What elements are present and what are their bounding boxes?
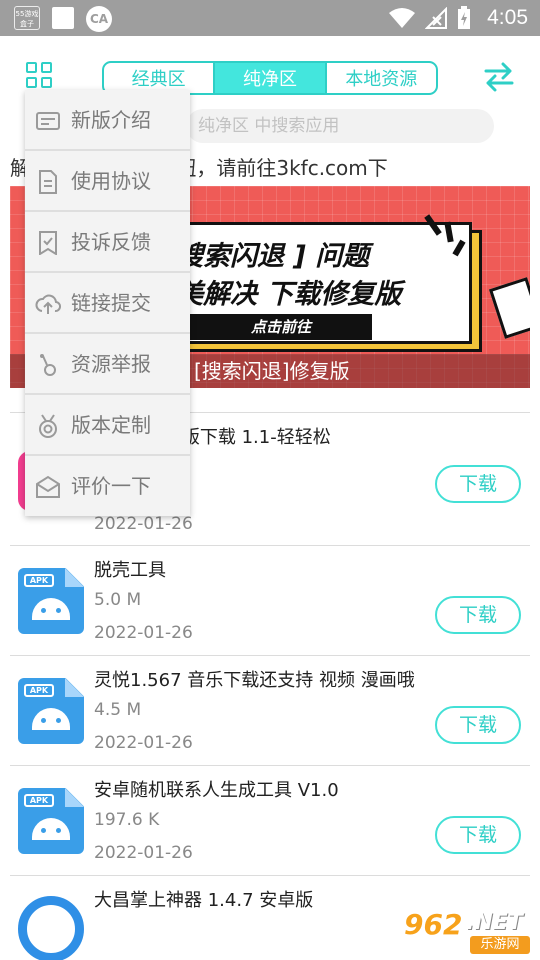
item-size: 5.0 M (94, 590, 142, 610)
menu-item-label: 评价一下 (71, 474, 151, 498)
tab-pure[interactable]: 纯净区 (215, 63, 327, 93)
item-date: 2022-01-26 (94, 843, 193, 863)
item-title: 灵悦1.567 音乐下载还支持 视频 漫画哦 (94, 670, 415, 691)
status-time: 4:05 (487, 6, 528, 29)
status-bar: 55游戏 盒子 CA 4:05 (0, 0, 540, 36)
search-input[interactable]: 纯净区 中搜索应用 (186, 109, 494, 143)
document-icon (39, 170, 57, 194)
watermark-logo-number: 962 (404, 908, 463, 941)
apk-file-icon: APK (18, 678, 84, 744)
notification-square-icon (52, 7, 74, 29)
swap-arrows-icon[interactable] (482, 62, 516, 92)
list-item[interactable]: APK 安卓随机联系人生成工具 V1.0 197.6 K 2022-01-26 … (10, 765, 530, 875)
ca-app-icon: CA (86, 6, 112, 32)
menu-item-label: 链接提交 (71, 291, 151, 315)
download-button[interactable]: 下载 (435, 465, 521, 503)
item-title: 大昌掌上神器 1.4.7 安卓版 (94, 890, 314, 911)
item-date: 2022-01-26 (94, 733, 193, 753)
menu-item-intro[interactable]: 新版介绍 (25, 90, 190, 151)
paper-icon (488, 277, 530, 339)
menu-item-submit-link[interactable]: 链接提交 (25, 273, 190, 334)
menu-item-agreement[interactable]: 使用协议 (25, 151, 190, 212)
menu-item-report[interactable]: 资源举报 (25, 334, 190, 395)
item-date: 2022-01-26 (94, 623, 193, 643)
app-badge-icon: 55游戏 盒子 (14, 6, 40, 30)
feedback-check-icon (39, 231, 57, 255)
menu-item-customize[interactable]: 版本定制 (25, 395, 190, 456)
tab-classic[interactable]: 经典区 (104, 63, 216, 93)
battery-charging-icon (458, 6, 471, 29)
banner-subheadline: 美解决 下载修复版 (176, 279, 402, 310)
blue-ring-app-icon (18, 896, 84, 960)
watermark-logo-sub: 乐游网 (470, 936, 530, 954)
item-title: 脱壳工具 (94, 560, 166, 581)
download-button[interactable]: 下载 (435, 596, 521, 634)
download-button[interactable]: 下载 (435, 706, 521, 744)
medal-icon (39, 414, 57, 438)
menu-item-label: 使用协议 (71, 169, 151, 193)
upload-cloud-icon (35, 294, 61, 314)
download-button[interactable]: 下载 (435, 816, 521, 854)
app-screen: 55游戏 盒子 CA 4:05 经典区 纯净区 本地资源 纯净区 中搜索应用 解… (0, 0, 540, 960)
watermark-logo-net: .NET (466, 910, 523, 935)
menu-item-label: 资源举报 (71, 352, 151, 376)
status-icons: 4:05 (389, 0, 528, 36)
tab-local[interactable]: 本地资源 (327, 63, 436, 93)
mail-icon (36, 475, 60, 498)
report-icon (40, 354, 56, 376)
apk-file-icon: APK (18, 568, 84, 634)
menu-item-label: 新版介绍 (71, 108, 151, 132)
list-item[interactable]: APK 灵悦1.567 音乐下载还支持 视频 漫画哦 4.5 M 2022-01… (10, 655, 530, 765)
grid-menu-icon[interactable] (26, 62, 54, 90)
item-date: 2022-01-26 (94, 514, 193, 534)
menu-item-feedback[interactable]: 投诉反馈 (25, 212, 190, 273)
apk-file-icon: APK (18, 788, 84, 854)
intro-card-icon (36, 112, 60, 130)
wifi-icon (389, 8, 416, 28)
banner-headline: 搜索闪退 ] 问题 (176, 241, 370, 272)
signal-icon (425, 7, 448, 29)
item-title: 安卓随机联系人生成工具 V1.0 (94, 780, 339, 801)
list-item[interactable]: APK 脱壳工具 5.0 M 2022-01-26 下载 (10, 545, 530, 655)
menu-item-label: 投诉反馈 (71, 230, 151, 254)
menu-item-label: 版本定制 (71, 413, 151, 437)
site-watermark: 962 .NET 乐游网 (400, 908, 534, 956)
item-size: 197.6 K (94, 810, 160, 830)
item-size: 4.5 M (94, 700, 142, 720)
dropdown-menu: 新版介绍 使用协议 投诉反馈 链接提交 资源举报 版本定制 评价一下 (25, 90, 190, 516)
menu-item-rate[interactable]: 评价一下 (25, 456, 190, 517)
banner-go-button[interactable]: 点击前往 (190, 314, 372, 340)
